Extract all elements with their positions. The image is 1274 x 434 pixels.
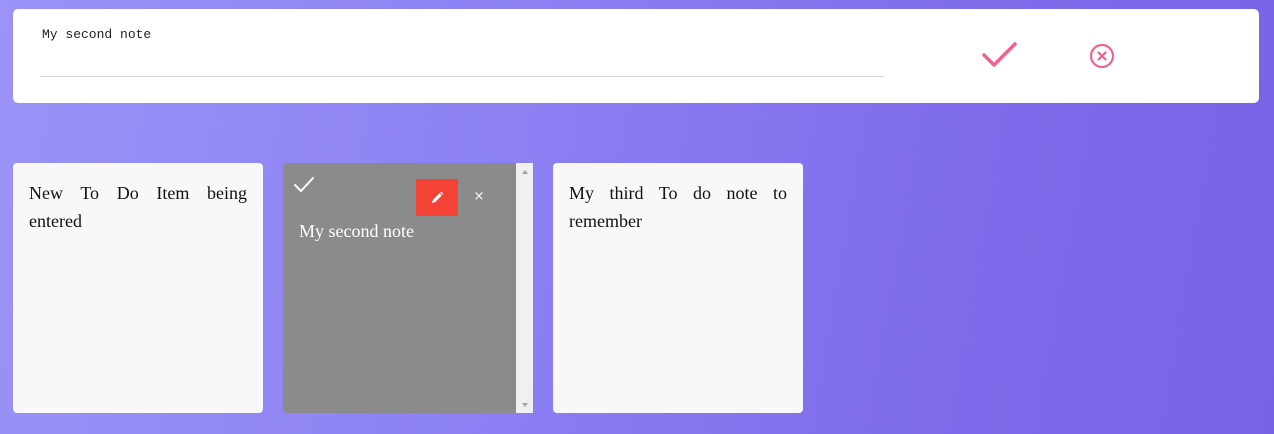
note-input-value[interactable]: My second note <box>42 27 151 42</box>
cancel-edit-button[interactable] <box>1087 41 1117 71</box>
pencil-icon <box>432 191 444 203</box>
scroll-down-arrow-icon[interactable] <box>516 396 533 413</box>
note-text: My third To do note to remember <box>569 183 787 231</box>
note-text: My second note <box>299 221 414 241</box>
save-note-button[interactable] <box>979 37 1019 73</box>
note-editor-panel: My second note <box>13 9 1259 103</box>
note-card-selected[interactable]: × My second note <box>283 163 533 413</box>
check-icon <box>982 42 1017 67</box>
note-card[interactable]: New To Do Item being entered <box>13 163 263 413</box>
note-scrollbar[interactable] <box>516 163 533 413</box>
delete-note-button[interactable]: × <box>471 187 487 207</box>
scroll-up-arrow-icon[interactable] <box>516 163 533 180</box>
close-circle-icon <box>1089 43 1115 69</box>
note-input[interactable] <box>40 23 885 77</box>
note-card[interactable]: My third To do note to remember <box>553 163 803 413</box>
done-icon[interactable] <box>293 175 315 195</box>
edit-note-button[interactable] <box>416 179 458 216</box>
note-text: New To Do Item being entered <box>29 183 247 231</box>
